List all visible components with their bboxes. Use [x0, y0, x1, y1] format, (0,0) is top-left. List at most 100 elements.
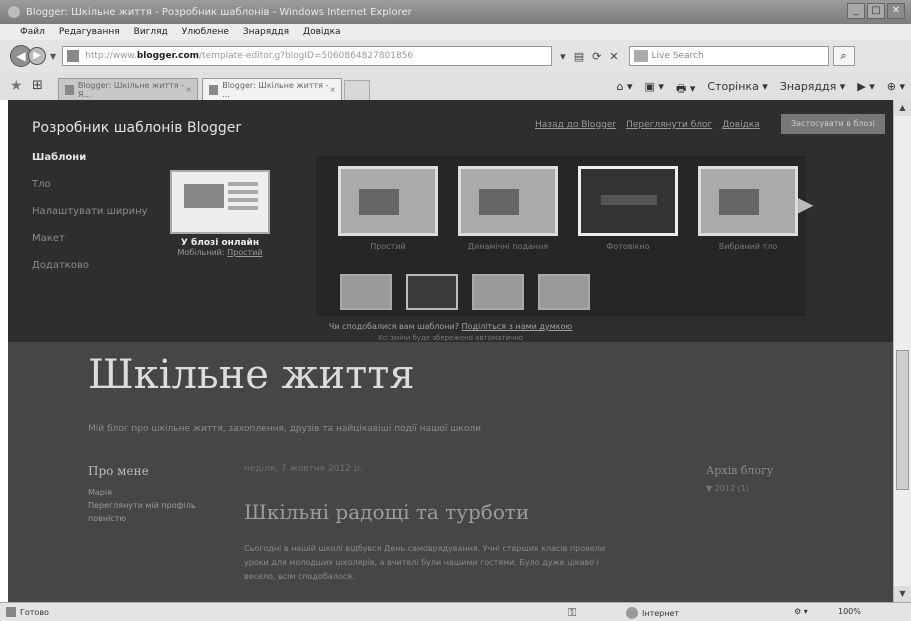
new-tab-button[interactable] — [344, 80, 370, 100]
page-favicon-icon — [67, 50, 80, 62]
tools-menu-button[interactable]: Знаряддя ▾ — [780, 80, 845, 99]
template-caption: Вибраний тло — [718, 242, 778, 251]
post-date: неділя, 7 жовтня 2012 р. — [244, 464, 363, 474]
search-button[interactable]: ⌕ — [832, 46, 855, 66]
vertical-scrollbar[interactable]: ▲ ▼ — [893, 100, 911, 602]
template-thumb-selected[interactable] — [698, 166, 798, 236]
feedback-note: Чи сподобалися вам шаблони? Поділіться з… — [328, 322, 573, 331]
mobile-template-note: Мобільний: Простий — [177, 248, 263, 257]
template-caption: Простий — [370, 242, 406, 251]
template-thumb-picture-window[interactable] — [578, 166, 678, 236]
menu-edit[interactable]: Редагування — [59, 27, 120, 37]
current-template-thumbnail[interactable] — [170, 170, 270, 234]
apply-to-blog-button[interactable]: Застосувати в блозі — [781, 114, 885, 134]
address-bar[interactable]: http://www. blogger.com /template-editor… — [62, 46, 553, 66]
blog-preview: Шкільне життя Мій блог про шкільне життя… — [8, 342, 893, 602]
view-blog-link[interactable]: Переглянути блог — [626, 120, 712, 130]
history-dropdown-icon[interactable]: ▼ — [50, 52, 56, 61]
about-me-links: Марія Переглянути мій профіль повністю — [88, 488, 196, 523]
favorites-star-icon[interactable]: ★ — [10, 78, 28, 96]
menu-tools[interactable]: Знаряддя — [243, 27, 289, 37]
address-domain: blogger.com — [136, 51, 200, 61]
post-title[interactable]: Шкільні радощі та турботи — [244, 500, 529, 524]
mobile-template-link[interactable]: Простий — [227, 248, 262, 257]
menu-favorites[interactable]: Улюблене — [182, 27, 229, 37]
archive-title: Архів блогу — [706, 464, 774, 477]
designer-side-menu: Шаблони Тло Налаштувати ширину Макет Дод… — [32, 152, 148, 271]
address-prefix: http://www. — [85, 51, 137, 61]
print-button[interactable]: 🖶 ▾ — [676, 80, 695, 99]
gallery-next-arrow-icon[interactable]: ▶ — [798, 192, 813, 216]
side-menu-advanced[interactable]: Додатково — [32, 260, 148, 271]
security-icon: ⚿ — [568, 606, 577, 619]
template-thumb-dynamic[interactable] — [458, 166, 558, 236]
scroll-up-icon[interactable]: ▲ — [894, 100, 911, 116]
page-status-icon — [6, 607, 16, 617]
address-dropdown-icon[interactable]: ▾ — [560, 50, 566, 63]
tab-1-label: Blogger: Шкільне життя - Я... — [77, 80, 184, 99]
protected-mode-button[interactable]: ⚙ ▾ — [794, 607, 808, 616]
compat-view-icon[interactable]: ▤ — [574, 50, 584, 63]
designer-title: Розробник шаблонів Blogger — [32, 120, 242, 136]
profile-complete-link[interactable]: повністю — [88, 514, 196, 523]
status-text: Готово — [20, 607, 49, 617]
scroll-thumb[interactable] — [896, 350, 909, 490]
tab-favicon-icon — [209, 84, 219, 95]
side-menu-background[interactable]: Тло — [32, 179, 148, 190]
tab-close-icon[interactable]: × — [329, 85, 336, 94]
tab-close-icon[interactable]: × — [185, 85, 192, 94]
home-button[interactable]: ⌂ ▾ — [617, 80, 633, 99]
minimize-button[interactable]: _ — [847, 3, 865, 19]
forward-button[interactable]: ▶ — [28, 47, 46, 65]
side-menu-layout[interactable]: Макет — [32, 233, 148, 244]
template-variant-thumb[interactable] — [472, 274, 524, 310]
tab-2[interactable]: Blogger: Шкільне життя - ... × — [202, 78, 342, 100]
menu-file[interactable]: Файл — [20, 27, 45, 37]
post-body: Сьогодні в нашій школі відбувся День сам… — [244, 544, 606, 581]
page-menu-button[interactable]: Сторінка ▾ — [707, 80, 767, 99]
ie-logo-icon — [8, 6, 20, 18]
address-row: ◀ ▶ ▼ http://www. blogger.com /template-… — [0, 40, 911, 72]
command-bar: ⌂ ▾ ▣ ▾ 🖶 ▾ Сторінка ▾ Знаряддя ▾ ▶ ▾ ⊕ … — [617, 80, 905, 99]
tab-1[interactable]: Blogger: Шкільне життя - Я... × — [58, 78, 198, 100]
template-variant-thumb[interactable] — [538, 274, 590, 310]
zone-label: Інтернет — [642, 608, 680, 618]
window-titlebar: Blogger: Шкільне життя - Розробник шабло… — [0, 0, 911, 24]
play-button[interactable]: ▶ ▾ — [857, 80, 874, 99]
status-bar: Готово ⚿ Інтернет ⚙ ▾ 100% — [0, 602, 911, 621]
template-variant-thumb[interactable] — [340, 274, 392, 310]
addons-button[interactable]: ⊕ ▾ — [887, 80, 905, 99]
template-variant-thumb[interactable] — [406, 274, 458, 310]
window-title: Blogger: Шкільне життя - Розробник шабло… — [26, 6, 412, 18]
stop-icon[interactable]: ✕ — [609, 50, 618, 63]
feeds-button[interactable]: ▣ ▾ — [645, 80, 664, 99]
search-input[interactable]: Live Search — [628, 46, 829, 66]
template-caption: Динамічні подання — [467, 242, 549, 251]
menu-help[interactable]: Довідка — [303, 27, 341, 37]
maximize-button[interactable]: □ — [867, 3, 885, 19]
internet-zone[interactable]: Інтернет — [626, 607, 679, 619]
help-link[interactable]: Довідка — [722, 120, 760, 130]
blog-title[interactable]: Шкільне життя — [88, 352, 415, 398]
archive-item[interactable]: ▼ 2012 (1) — [706, 484, 749, 493]
feedback-link[interactable]: Поділіться з нами думкою — [462, 322, 573, 331]
menu-view[interactable]: Вигляд — [134, 27, 168, 37]
tab-favicon-icon — [65, 84, 74, 95]
view-profile-link[interactable]: Переглянути мій профіль — [88, 501, 196, 510]
current-template: У блозі онлайн Мобільний: Простий — [168, 170, 272, 257]
side-menu-templates[interactable]: Шаблони — [32, 152, 148, 163]
template-caption: Фотовікно — [606, 242, 650, 251]
template-thumb-simple[interactable] — [338, 166, 438, 236]
back-to-blogger-link[interactable]: Назад до Blogger — [535, 120, 616, 130]
current-template-label: У блозі онлайн — [180, 238, 260, 248]
close-button[interactable]: ✕ — [887, 3, 905, 19]
quick-tabs-icon[interactable]: ⊞ — [32, 78, 54, 96]
globe-icon — [626, 607, 638, 619]
scroll-down-icon[interactable]: ▼ — [894, 586, 911, 602]
refresh-icon[interactable]: ⟳ — [592, 50, 601, 63]
autosave-note: Усі зміни буде збережено автоматично — [377, 334, 524, 342]
about-me-title: Про мене — [88, 464, 149, 478]
profile-name-link[interactable]: Марія — [88, 488, 196, 497]
side-menu-adjust-widths[interactable]: Налаштувати ширину — [32, 206, 148, 217]
zoom-level[interactable]: 100% — [838, 607, 861, 616]
